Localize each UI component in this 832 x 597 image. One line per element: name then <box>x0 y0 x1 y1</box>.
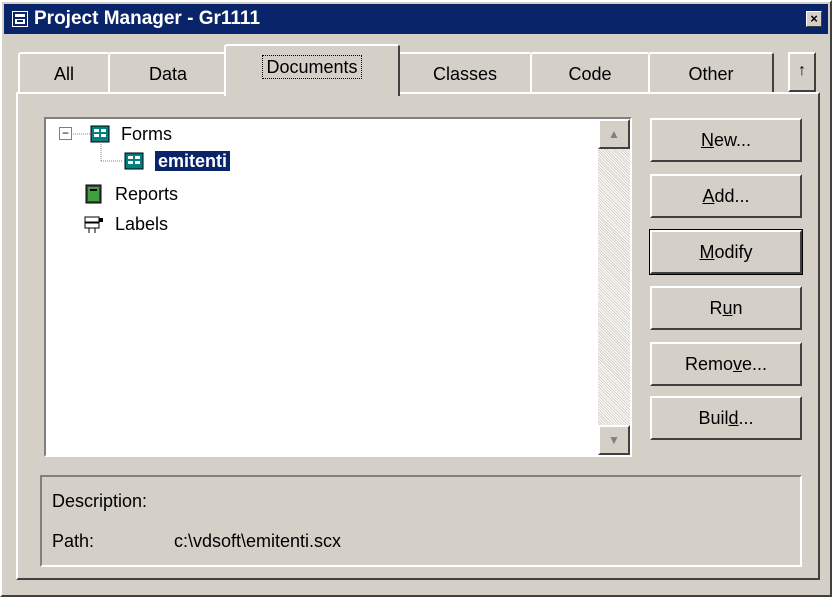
tree-item-label: Forms <box>121 124 173 144</box>
button-label: ew... <box>713 130 752 150</box>
run-button[interactable]: Run <box>650 286 802 330</box>
modify-button[interactable]: Modify <box>649 229 803 275</box>
tree-item-label: Labels <box>115 214 169 234</box>
button-label: Buil <box>698 408 729 428</box>
remove-button[interactable]: Remove... <box>650 342 802 386</box>
description-label: Description: <box>52 491 148 511</box>
scroll-down-button[interactable]: ▼ <box>598 425 630 455</box>
button-label: e... <box>742 354 768 374</box>
access-key: A <box>702 186 715 206</box>
tree-item-emitenti[interactable]: emitenti <box>124 148 231 174</box>
access-key: v <box>733 354 742 374</box>
tab-scroll-button[interactable]: ↑ <box>788 52 816 92</box>
details-box: Description: Path: c:\vdsoft\emitenti.sc… <box>40 475 802 567</box>
path-label: Path: <box>52 531 95 551</box>
button-label: n <box>732 298 743 318</box>
close-button[interactable]: × <box>806 11 822 27</box>
tab-all[interactable]: All <box>18 52 110 94</box>
tab-documents-label: Documents <box>262 55 362 79</box>
tree-item-label: emitenti <box>155 151 231 171</box>
tree-item-forms[interactable]: Forms <box>90 121 172 147</box>
tab-classes[interactable]: Classes <box>398 52 532 94</box>
project-manager-window: Project Manager - Gr1111 × All Data Docu… <box>0 0 832 597</box>
document-tree[interactable]: − Forms emitenti Reports Labels ▲ ▼ <box>44 117 632 457</box>
window-title: Project Manager - Gr1111 <box>34 8 261 29</box>
tree-item-reports[interactable]: Reports <box>84 181 178 207</box>
form-icon <box>124 152 144 170</box>
scroll-up-button[interactable]: ▲ <box>598 119 630 149</box>
forms-collapse-toggle[interactable]: − <box>59 127 72 140</box>
report-icon <box>85 184 102 204</box>
project-manager-icon <box>12 11 28 27</box>
tab-other[interactable]: Other <box>648 52 774 94</box>
button-label: ... <box>738 408 754 428</box>
tab-documents[interactable]: Documents <box>224 44 400 96</box>
button-label: dd... <box>714 186 750 206</box>
new-button[interactable]: New... <box>650 118 802 162</box>
build-button[interactable]: Build... <box>650 396 802 440</box>
path-value: c:\vdsoft\emitenti.scx <box>174 531 342 551</box>
label-icon <box>84 216 103 233</box>
title-bar[interactable]: Project Manager - Gr1111 × <box>4 4 828 34</box>
access-key: M <box>699 242 715 262</box>
button-label: R <box>709 298 723 318</box>
tab-data[interactable]: Data <box>108 52 228 94</box>
form-icon <box>90 125 110 143</box>
tree-item-labels[interactable]: Labels <box>84 211 168 237</box>
access-key: N <box>700 130 714 150</box>
access-key: d <box>728 408 739 428</box>
tree-item-label: Reports <box>115 184 179 204</box>
tab-code[interactable]: Code <box>530 52 650 94</box>
tree-vertical-scrollbar[interactable]: ▲ ▼ <box>598 119 630 455</box>
access-key: u <box>722 298 733 318</box>
button-label: Remo <box>684 354 733 374</box>
button-label: odify <box>714 242 753 262</box>
add-button[interactable]: Add... <box>650 174 802 218</box>
